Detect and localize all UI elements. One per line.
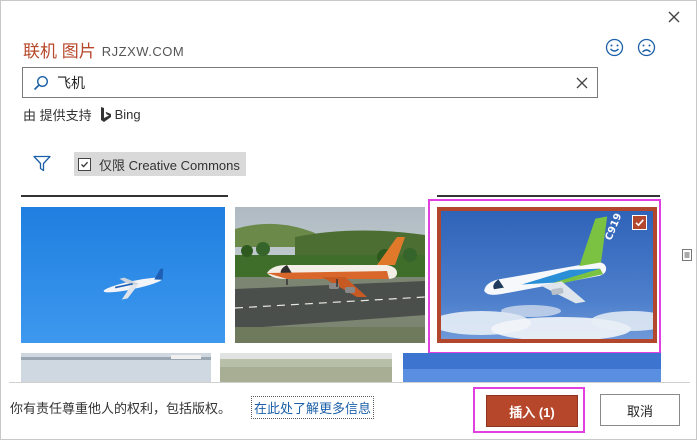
learn-more-link[interactable]: 在此处了解更多信息 (251, 396, 375, 419)
powered-by: 由 提供支持 Bing (23, 105, 141, 124)
image-results-grid: C919 (1, 197, 697, 382)
close-icon[interactable] (663, 6, 685, 28)
checkbox-checked-icon (78, 157, 91, 171)
frown-icon[interactable] (637, 38, 656, 57)
image-thumbnail[interactable] (21, 207, 225, 343)
clear-search-icon[interactable] (574, 75, 590, 91)
dialog-title-text: 联机 图片 (23, 42, 96, 61)
search-box (22, 67, 598, 98)
search-input[interactable] (57, 72, 577, 94)
dialog-title: 联机 图片 RJZXW.COM (23, 37, 184, 62)
footer-divider (9, 382, 690, 383)
watermark-text: RJZXW.COM (101, 44, 185, 59)
funnel-icon[interactable] (33, 155, 51, 172)
search-icon (33, 75, 49, 91)
cancel-button[interactable]: 取消 (600, 394, 680, 426)
check-icon[interactable] (632, 215, 647, 230)
creative-commons-checkbox[interactable]: 仅限 Creative Commons (74, 152, 246, 176)
powered-by-provider: Bing (114, 107, 141, 122)
image-thumbnail[interactable] (21, 353, 211, 382)
gallery-scrollbar[interactable] (679, 191, 695, 382)
image-thumbnail[interactable] (403, 353, 661, 382)
smile-icon[interactable] (605, 38, 624, 57)
image-thumbnail[interactable] (235, 207, 425, 343)
bing-logo-icon (100, 106, 112, 123)
scroll-grip-icon[interactable] (682, 248, 692, 261)
image-thumbnail-selected[interactable]: C919 (437, 207, 657, 343)
online-pictures-dialog: 联机 图片 RJZXW.COM 由 提供支持 Bing 仅限 Creative C… (0, 0, 697, 440)
creative-commons-label: 仅限 Creative Commons (99, 157, 240, 173)
insert-button[interactable]: 插入 (1) (486, 395, 578, 427)
powered-by-prefix: 由 提供支持 (23, 108, 92, 123)
rights-notice: 你有责任尊重他人的权利，包括版权。 (10, 401, 232, 416)
image-thumbnail[interactable] (220, 353, 392, 382)
